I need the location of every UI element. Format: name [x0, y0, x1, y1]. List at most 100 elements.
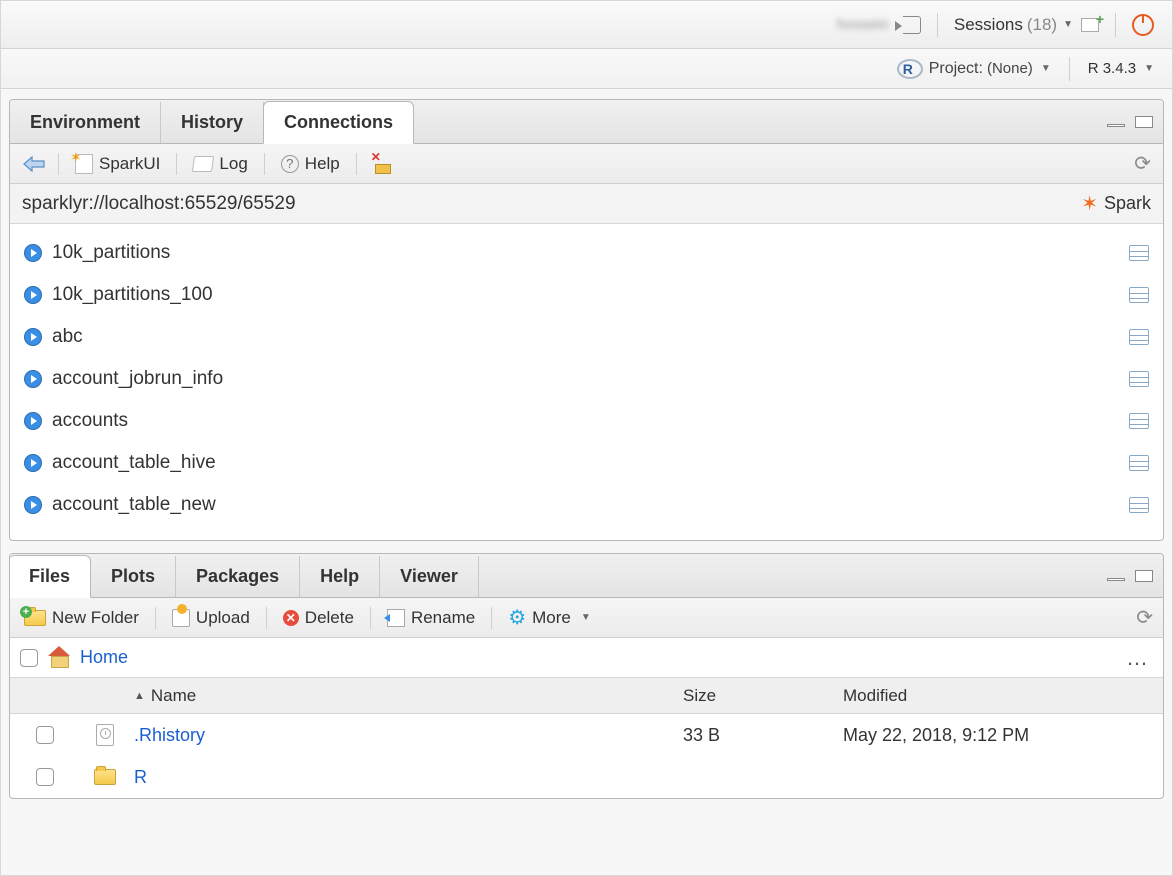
- new-folder-button[interactable]: + New Folder: [20, 606, 143, 630]
- rename-icon: [387, 609, 405, 627]
- file-icon: [96, 724, 114, 746]
- file-name[interactable]: R: [134, 767, 147, 788]
- expand-icon[interactable]: [24, 370, 42, 388]
- sparkui-button[interactable]: SparkUI: [71, 152, 164, 176]
- preview-table-icon[interactable]: [1129, 455, 1149, 471]
- select-all-checkbox[interactable]: [20, 649, 38, 667]
- maximize-pane-icon[interactable]: [1135, 570, 1153, 582]
- file-row[interactable]: R: [10, 756, 1163, 798]
- table-row[interactable]: abc: [24, 316, 1149, 358]
- expand-icon[interactable]: [24, 412, 42, 430]
- file-row[interactable]: .Rhistory 33 B May 22, 2018, 9:12 PM: [10, 714, 1163, 756]
- table-row[interactable]: 10k_partitions: [24, 232, 1149, 274]
- preview-table-icon[interactable]: [1129, 287, 1149, 303]
- tab-environment[interactable]: Environment: [10, 102, 161, 143]
- row-checkbox[interactable]: [36, 726, 54, 744]
- preview-table-icon[interactable]: [1129, 413, 1149, 429]
- folder-icon: [94, 769, 116, 785]
- column-name[interactable]: ▲ Name: [130, 686, 683, 706]
- tab-packages[interactable]: Packages: [176, 556, 300, 597]
- path-overflow-icon[interactable]: …: [1126, 645, 1149, 671]
- minimize-pane-icon[interactable]: [1107, 124, 1125, 127]
- tab-viewer[interactable]: Viewer: [380, 556, 479, 597]
- spark-star-icon: ✶: [1081, 191, 1098, 216]
- table-row[interactable]: accounts: [24, 400, 1149, 442]
- upload-button[interactable]: Upload: [168, 606, 254, 630]
- gear-icon: ⚙: [508, 605, 526, 630]
- project-label: Project:: [929, 60, 983, 78]
- preview-table-icon[interactable]: [1129, 497, 1149, 513]
- connections-toolbar: SparkUI Log ? Help ⟳: [10, 144, 1163, 184]
- disconnect-button[interactable]: [369, 152, 395, 176]
- expand-icon[interactable]: [24, 286, 42, 304]
- table-row[interactable]: account_table_hive: [24, 442, 1149, 484]
- divider: [1069, 57, 1070, 81]
- row-checkbox[interactable]: [36, 768, 54, 786]
- divider: [264, 153, 265, 175]
- files-tabstrip: Files Plots Packages Help Viewer: [10, 554, 1163, 598]
- tab-connections[interactable]: Connections: [263, 101, 414, 144]
- spark-text: Spark: [1104, 193, 1151, 214]
- delete-icon: ✕: [283, 610, 299, 626]
- maximize-pane-icon[interactable]: [1135, 116, 1153, 128]
- files-pane: Files Plots Packages Help Viewer + New F…: [9, 553, 1164, 799]
- tab-plots[interactable]: Plots: [91, 556, 176, 597]
- log-icon: [192, 156, 214, 172]
- preview-table-icon[interactable]: [1129, 245, 1149, 261]
- minimize-pane-icon[interactable]: [1107, 578, 1125, 581]
- divider: [58, 153, 59, 175]
- upload-icon: [172, 609, 190, 627]
- divider: [370, 607, 371, 629]
- sessions-count: (18): [1027, 15, 1057, 35]
- expand-icon[interactable]: [24, 328, 42, 346]
- back-arrow-icon[interactable]: [22, 155, 46, 173]
- expand-icon[interactable]: [24, 244, 42, 262]
- table-row[interactable]: 10k_partitions_100: [24, 274, 1149, 316]
- expand-icon[interactable]: [24, 454, 42, 472]
- connections-pane: Environment History Connections SparkUI …: [9, 99, 1164, 541]
- column-modified[interactable]: Modified: [843, 686, 1163, 706]
- refresh-icon[interactable]: ⟳: [1136, 605, 1153, 630]
- new-folder-icon: +: [24, 610, 46, 626]
- divider: [937, 13, 938, 37]
- r-version-menu[interactable]: R 3.4.3 ▼: [1088, 60, 1154, 77]
- tab-help[interactable]: Help: [300, 556, 380, 597]
- sign-out-icon[interactable]: [903, 16, 921, 34]
- table-name: abc: [52, 326, 83, 348]
- files-toolbar: + New Folder Upload ✕ Delete Rename ⚙ Mo…: [10, 598, 1163, 638]
- spark-driver-label: ✶ Spark: [1081, 191, 1151, 216]
- help-icon: ?: [281, 155, 299, 173]
- connection-tables-list: 10k_partitions 10k_partitions_100 abc ac…: [10, 224, 1163, 540]
- disconnect-icon: [373, 154, 391, 174]
- home-icon[interactable]: [48, 648, 70, 668]
- quit-session-icon[interactable]: [1132, 14, 1154, 36]
- expand-icon[interactable]: [24, 496, 42, 514]
- table-name: account_table_hive: [52, 452, 216, 474]
- chevron-down-icon: ▼: [1063, 19, 1073, 30]
- more-button[interactable]: ⚙ More ▼: [504, 603, 595, 632]
- divider: [155, 607, 156, 629]
- tab-history[interactable]: History: [161, 102, 264, 143]
- table-row[interactable]: account_jobrun_info: [24, 358, 1149, 400]
- new-session-icon[interactable]: [1081, 18, 1099, 32]
- breadcrumb-home[interactable]: Home: [80, 647, 128, 668]
- files-breadcrumb: Home …: [10, 638, 1163, 678]
- project-menu[interactable]: Project: (None) ▼: [929, 60, 1051, 78]
- help-button[interactable]: ? Help: [277, 152, 344, 176]
- delete-button[interactable]: ✕ Delete: [279, 606, 358, 630]
- sessions-button[interactable]: Sessions (18) ▼: [954, 15, 1073, 35]
- file-name[interactable]: .Rhistory: [134, 725, 205, 746]
- divider: [491, 607, 492, 629]
- preview-table-icon[interactable]: [1129, 329, 1149, 345]
- table-name: account_table_new: [52, 494, 216, 516]
- table-row[interactable]: account_table_new: [24, 484, 1149, 526]
- sort-asc-icon: ▲: [134, 690, 145, 702]
- rename-button[interactable]: Rename: [383, 606, 479, 630]
- delete-label: Delete: [305, 608, 354, 628]
- tab-files[interactable]: Files: [9, 555, 91, 598]
- username-blurred: hossein: [837, 16, 889, 33]
- log-button[interactable]: Log: [189, 152, 251, 176]
- column-size[interactable]: Size: [683, 686, 843, 706]
- preview-table-icon[interactable]: [1129, 371, 1149, 387]
- refresh-icon[interactable]: ⟳: [1134, 151, 1151, 176]
